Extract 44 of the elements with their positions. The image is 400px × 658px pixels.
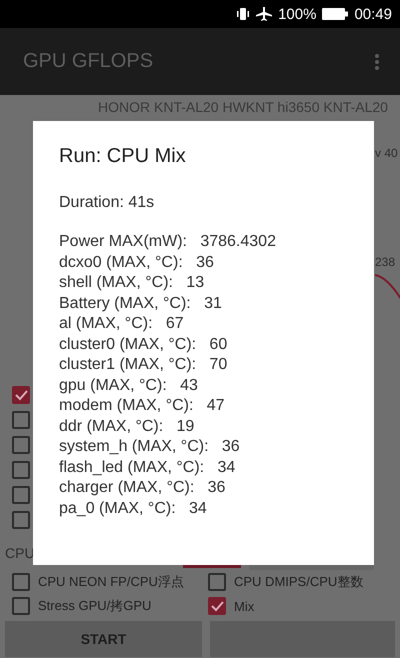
checkbox[interactable] [12, 461, 30, 479]
stat-line: Battery (MAX, °C): 31 [59, 294, 223, 314]
checkbox[interactable] [12, 511, 30, 529]
chart-label: 238 [375, 255, 396, 269]
checkbox[interactable] [12, 573, 30, 591]
battery-icon [322, 8, 348, 20]
duration-text: Duration: 41s [59, 194, 156, 212]
stat-line: gpu (MAX, °C): 43 [59, 376, 199, 396]
stat-line: flash_led (MAX, °C): 34 [59, 458, 236, 478]
start-button[interactable]: START [5, 621, 202, 657]
stat-line: dcxo0 (MAX, °C): 36 [59, 252, 215, 272]
checkmark-icon [210, 600, 224, 612]
checkbox[interactable] [12, 436, 30, 454]
clock: 00:49 [354, 6, 392, 22]
overflow-menu-icon[interactable] [374, 52, 380, 70]
checkbox[interactable] [12, 386, 30, 404]
chart-label: v 40 [375, 146, 398, 160]
checkbox[interactable] [12, 411, 30, 429]
stat-line: al (MAX, °C): 67 [59, 314, 185, 334]
battery-percent: 100% [278, 6, 316, 22]
stat-line: modem (MAX, °C): 47 [59, 396, 226, 416]
stat-line: Power MAX(mW): 3786.4302 [59, 232, 277, 252]
stat-line: system_h (MAX, °C): 36 [59, 437, 241, 457]
stat-line: shell (MAX, °C): 13 [59, 273, 206, 293]
checkbox[interactable] [12, 597, 30, 615]
stat-line: pa_0 (MAX, °C): 34 [59, 498, 208, 518]
checkbox-label: Mix [234, 598, 254, 614]
checkbox-label: CPU DMIPS/CPU整数 [234, 573, 364, 591]
checkbox[interactable] [208, 597, 226, 615]
checkbox-label: CPU NEON FP/CPU浮点 [38, 573, 184, 591]
stat-line: cluster1 (MAX, °C): 70 [59, 355, 228, 375]
checkmark-icon [14, 389, 28, 401]
stat-line: cluster0 (MAX, °C): 60 [59, 334, 228, 354]
checkbox[interactable] [208, 573, 226, 591]
app-title: GPU GFLOPS [23, 50, 154, 73]
airplane-icon [256, 7, 272, 21]
vibrate-icon [236, 8, 250, 20]
dialog-title: Run: CPU Mix [59, 145, 187, 168]
section-label: CPU [5, 544, 36, 560]
checkbox[interactable] [12, 486, 30, 504]
stat-line: ddr (MAX, °C): 19 [59, 416, 196, 436]
stat-line: charger (MAX, °C): 36 [59, 478, 226, 498]
checkbox-label: Stress GPU/拷GPU [38, 597, 152, 615]
chart-line [375, 271, 400, 301]
